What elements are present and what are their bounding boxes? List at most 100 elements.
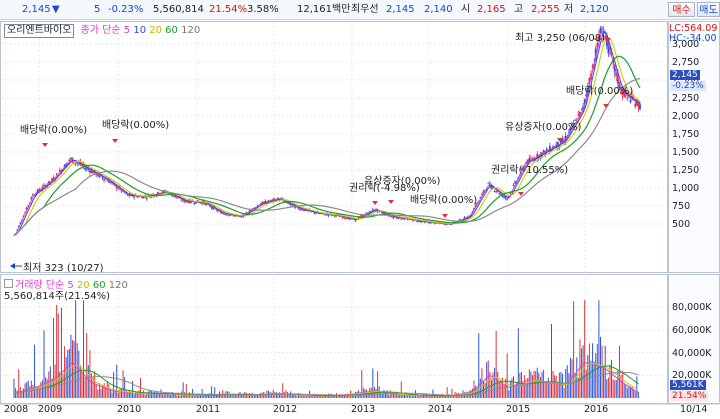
candle-body (55, 173, 58, 175)
price-tick-label: 2,000 (672, 111, 700, 122)
event-marker-icon (372, 201, 378, 205)
x-tick-label: 2012 (273, 404, 298, 415)
ma-label: 종가 단순 (80, 25, 121, 36)
candle-body (345, 218, 347, 220)
candle-body (495, 191, 498, 193)
event-marker-icon (42, 143, 48, 147)
candle-body (145, 197, 148, 199)
x-tick-label: 2011 (196, 404, 221, 415)
x-tick-label: 2014 (428, 404, 453, 415)
price-tick-label: 3,000 (672, 39, 700, 50)
candle-body (262, 201, 265, 203)
candle-body (629, 99, 632, 103)
candle-body (463, 217, 466, 219)
x-tick-label: 2009 (38, 404, 63, 415)
ma-period-10: 10 (133, 25, 147, 36)
x-tick-label: 2010 (117, 404, 142, 415)
price-tick-label: 1,750 (672, 129, 700, 140)
event-marker-icon (442, 214, 448, 218)
ma-period-60: 60 (165, 25, 178, 36)
x-tick-label: 2015 (506, 404, 531, 415)
candle-body (512, 185, 515, 186)
candle-body (334, 215, 336, 217)
candle-body (103, 178, 106, 181)
candle-body (228, 215, 230, 217)
event-label: 유상증자(0.00%) (505, 122, 582, 133)
event-marker-icon (112, 139, 118, 143)
candle-body (487, 182, 490, 184)
price-legend: 오리엔트바이오 종가 단순 5 10 20 60 120 (4, 24, 200, 38)
ma-period-5: 5 (123, 25, 131, 36)
vol-ma-120: 120 (108, 280, 128, 291)
candle-body (580, 108, 583, 110)
candle-body (416, 221, 419, 222)
candle-body (324, 214, 327, 216)
min-annotation: 최저 323 (10/27) (23, 263, 104, 274)
price-tick-label: 750 (672, 201, 691, 212)
candle-body (577, 114, 580, 116)
event-label: 권리락(-10.55%) (491, 165, 569, 176)
volume-tick-label: 80,000K (672, 302, 712, 314)
checkbox-icon[interactable] (4, 279, 13, 288)
candle-body (346, 218, 349, 220)
candle-body (84, 167, 87, 170)
candle-body (43, 184, 45, 186)
x-tick-label: 2013 (351, 404, 376, 415)
candle-body (226, 214, 229, 216)
candle-body (395, 217, 398, 219)
volume-pct-tag: 21.54% (670, 391, 709, 401)
event-label: 배당락(0.00%) (566, 86, 634, 97)
candle-body (433, 223, 436, 225)
price-tick-label: 1,250 (672, 165, 700, 176)
price-tick-label: 2,750 (672, 57, 700, 68)
current-change-tag: -0.23% (670, 81, 706, 91)
price-tick-label: 1,000 (672, 183, 700, 194)
candle-body (223, 213, 226, 215)
x-tick-label: 2008 (4, 404, 29, 415)
stock-name[interactable]: 오리엔트바이오 (4, 24, 75, 38)
moving-average-line (14, 55, 641, 236)
event-label: 배당락(0.00%) (20, 125, 88, 136)
last-volume: 5,560,814주(21.54%) (4, 291, 111, 302)
x-tick-label: 2016 (584, 404, 609, 415)
candle-body (117, 188, 120, 190)
event-label: 배당락(0.00%) (410, 195, 478, 206)
candle-body (315, 213, 317, 215)
chart-canvas (0, 22, 720, 405)
candle-body (574, 120, 577, 121)
candle-body (186, 201, 189, 203)
candle-body (506, 198, 509, 200)
candle-body (273, 198, 276, 200)
candle-body (545, 148, 548, 151)
vol-ma-60: 60 (92, 280, 106, 291)
candle-body (302, 210, 305, 211)
candle-body (172, 195, 175, 197)
candle-body (493, 191, 496, 192)
candle-body (368, 210, 371, 212)
candle-body (542, 150, 545, 153)
candle-body (498, 193, 501, 195)
candle-body (514, 181, 517, 184)
candle-body (88, 170, 91, 173)
candle-body (530, 158, 532, 160)
current-price-tag: 2,145 (670, 70, 700, 80)
candle-body (299, 209, 302, 211)
candle-body (180, 199, 183, 201)
candle-body (411, 220, 414, 222)
volume-current-tag: 5,561K (670, 380, 706, 390)
volume-tick-label: 60,000K (672, 324, 712, 336)
price-tick-label: 500 (672, 219, 691, 230)
price-tick-label: 1,500 (672, 147, 700, 158)
moving-average-line (14, 37, 641, 236)
ma-period-120: 120 (181, 25, 201, 36)
candle-body (70, 157, 72, 159)
min-arrow-icon (10, 263, 15, 269)
max-annotation: 최고 3,250 (06/08) (515, 33, 606, 44)
candle-body (634, 103, 637, 107)
x-tick-label: 10/14 (680, 404, 708, 415)
ma-period-20: 20 (149, 25, 162, 36)
candle-body (224, 214, 227, 216)
vol-ma-5: 5 (67, 280, 74, 291)
candle-body (397, 217, 400, 219)
candle-body (133, 196, 136, 198)
